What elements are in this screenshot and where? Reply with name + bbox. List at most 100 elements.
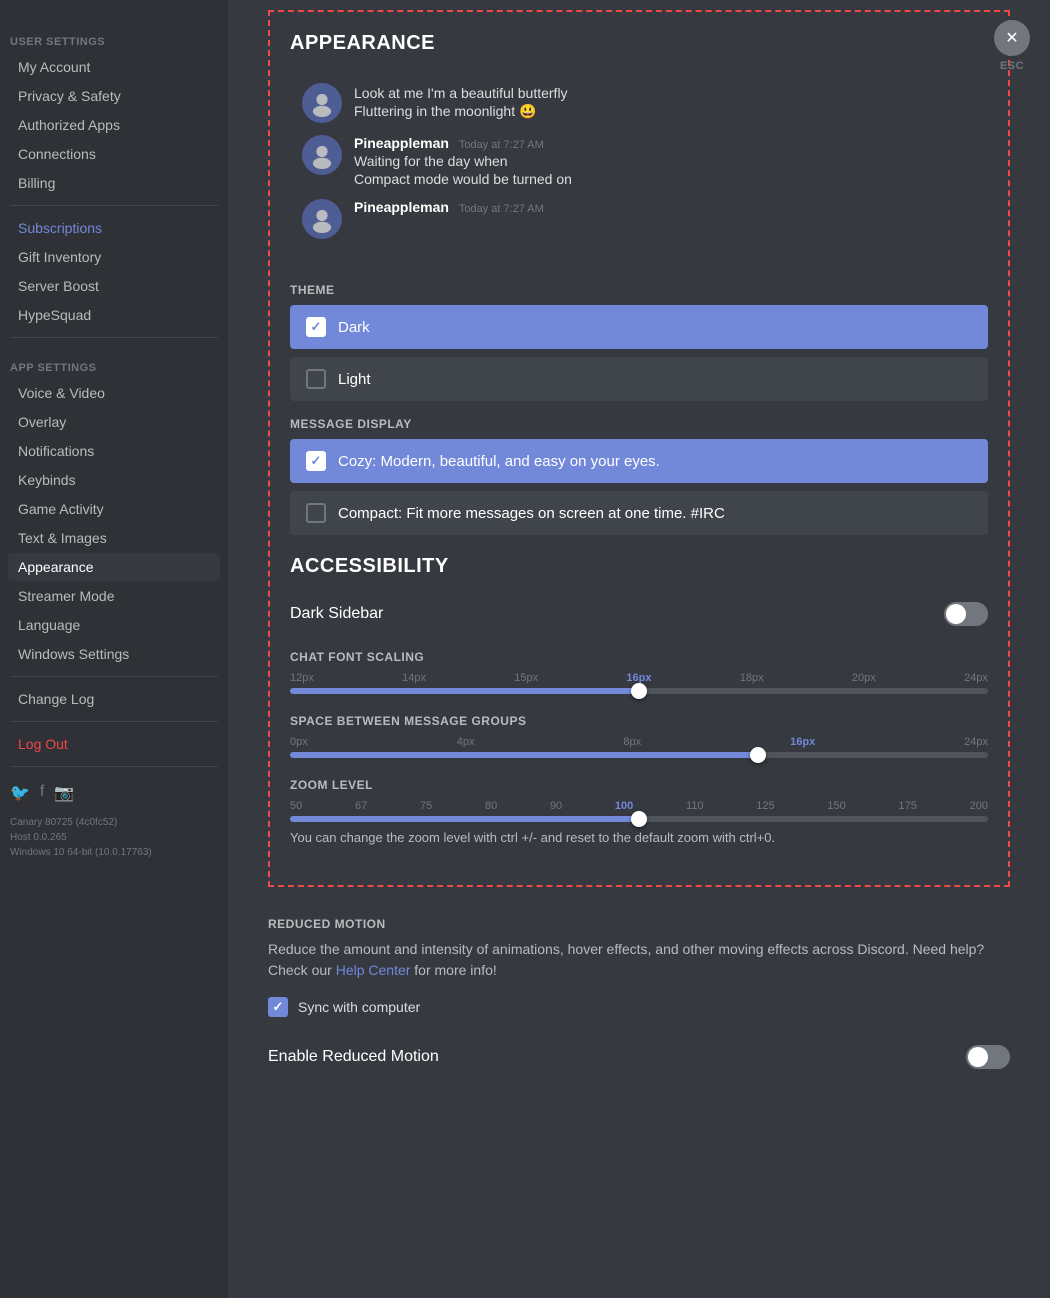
message-author-2: Pineappleman (354, 135, 449, 151)
theme-dark-label: Dark (338, 319, 370, 336)
theme-light-checkbox (306, 369, 326, 389)
sidebar-divider-5 (10, 766, 218, 767)
avatar-1 (302, 83, 342, 123)
esc-button[interactable]: ✕ ESC (994, 20, 1030, 72)
facebook-icon[interactable]: f (40, 783, 44, 803)
chat-font-slider-track[interactable] (290, 688, 988, 694)
display-cozy-label: Cozy: Modern, beautiful, and easy on you… (338, 453, 660, 470)
chat-message-3: Pineappleman Today at 7:27 AM (302, 199, 976, 239)
display-cozy-checkbox (306, 451, 326, 471)
sidebar-item-label: Voice & Video (18, 385, 105, 401)
app-settings-label: APP SETTINGS (0, 346, 228, 378)
mark-4px: 4px (457, 736, 475, 748)
sidebar-item-billing[interactable]: Billing (8, 169, 220, 197)
sidebar-item-hypesquad[interactable]: HypeSquad (8, 301, 220, 329)
sidebar-item-authorized-apps[interactable]: Authorized Apps (8, 111, 220, 139)
appearance-section: APPEARANCE Look at me I'm a beautiful bu… (268, 10, 1010, 887)
sidebar-item-privacy-safety[interactable]: Privacy & Safety (8, 82, 220, 110)
sidebar-item-label: Change Log (18, 691, 94, 707)
message-content-2: Pineappleman Today at 7:27 AM Waiting fo… (354, 135, 572, 187)
avatar-3 (302, 199, 342, 239)
chat-preview: Look at me I'm a beautiful butterfly Flu… (290, 71, 988, 263)
chat-font-slider-thumb[interactable] (631, 683, 647, 699)
sidebar-item-label: My Account (18, 59, 90, 75)
sidebar-item-connections[interactable]: Connections (8, 140, 220, 168)
sidebar-item-log-out[interactable]: Log Out (8, 730, 220, 758)
reduced-motion-section: REDUCED MOTION Reduce the amount and int… (268, 907, 1010, 1117)
enable-reduced-toggle-knob (968, 1047, 988, 1067)
enable-reduced-toggle[interactable] (966, 1045, 1010, 1069)
message-display-label: MESSAGE DISPLAY (290, 417, 988, 431)
mark-50: 50 (290, 800, 302, 812)
enable-reduced-motion-row: Enable Reduced Motion (268, 1037, 1010, 1077)
display-compact-checkbox (306, 503, 326, 523)
space-between-slider-track[interactable] (290, 752, 988, 758)
reduced-motion-title: REDUCED MOTION (268, 917, 1010, 931)
message-display-cozy[interactable]: Cozy: Modern, beautiful, and easy on you… (290, 439, 988, 483)
sidebar-item-appearance[interactable]: Appearance (8, 553, 220, 581)
mark-67: 67 (355, 800, 367, 812)
theme-option-light[interactable]: Light (290, 357, 988, 401)
sidebar-item-windows-settings[interactable]: Windows Settings (8, 640, 220, 668)
message-timestamp-3: Today at 7:27 AM (459, 203, 544, 215)
sidebar: USER SETTINGS My Account Privacy & Safet… (0, 0, 228, 1298)
accessibility-title: ACCESSIBILITY (290, 555, 988, 578)
message-text-2b: Compact mode would be turned on (354, 171, 572, 187)
sidebar-item-subscriptions[interactable]: Subscriptions (8, 214, 220, 242)
instagram-icon[interactable]: 📷 (54, 783, 74, 803)
zoom-slider-track[interactable] (290, 816, 988, 822)
sidebar-social: 🐦 f 📷 (0, 775, 228, 811)
dark-sidebar-toggle-knob (946, 604, 966, 624)
mark-90: 90 (550, 800, 562, 812)
space-between-groups-section: SPACE BETWEEN MESSAGE GROUPS 0px 4px 8px… (290, 714, 988, 758)
sidebar-item-label: Gift Inventory (18, 249, 101, 265)
sidebar-item-streamer-mode[interactable]: Streamer Mode (8, 582, 220, 610)
sync-checkbox-icon (268, 997, 288, 1017)
dark-sidebar-toggle[interactable] (944, 602, 988, 626)
mark-80: 80 (485, 800, 497, 812)
sidebar-item-language[interactable]: Language (8, 611, 220, 639)
esc-circle-icon: ✕ (994, 20, 1030, 56)
reduced-motion-desc: Reduce the amount and intensity of anima… (268, 939, 1010, 981)
sidebar-item-voice-video[interactable]: Voice & Video (8, 379, 220, 407)
zoom-hint: You can change the zoom level with ctrl … (290, 830, 988, 845)
sidebar-divider-4 (10, 721, 218, 722)
twitter-icon[interactable]: 🐦 (10, 783, 30, 803)
sidebar-item-gift-inventory[interactable]: Gift Inventory (8, 243, 220, 271)
mark-110: 110 (686, 800, 704, 812)
sidebar-item-notifications[interactable]: Notifications (8, 437, 220, 465)
mark-12px: 12px (290, 672, 314, 684)
mark-14px: 14px (402, 672, 426, 684)
sidebar-item-label: Notifications (18, 443, 94, 459)
esc-label: ESC (1000, 60, 1024, 72)
sidebar-item-my-account[interactable]: My Account (8, 53, 220, 81)
sidebar-item-label: Game Activity (18, 501, 104, 517)
space-between-slider-thumb[interactable] (750, 747, 766, 763)
sidebar-item-change-log[interactable]: Change Log (8, 685, 220, 713)
sidebar-divider-2 (10, 337, 218, 338)
chat-font-slider-fill (290, 688, 639, 694)
mark-20px: 20px (852, 672, 876, 684)
avatar-2 (302, 135, 342, 175)
sidebar-item-game-activity[interactable]: Game Activity (8, 495, 220, 523)
sidebar-item-label: Billing (18, 175, 55, 191)
sidebar-item-label: Keybinds (18, 472, 76, 488)
main-content: ✕ ESC APPEARANCE Look at me I'm a beau (228, 0, 1050, 1298)
message-author-3: Pineappleman (354, 199, 449, 215)
message-display-compact[interactable]: Compact: Fit more messages on screen at … (290, 491, 988, 535)
zoom-slider-thumb[interactable] (631, 811, 647, 827)
sidebar-item-keybinds[interactable]: Keybinds (8, 466, 220, 494)
theme-label: THEME (290, 283, 988, 297)
mark-16px-space-active: 16px (790, 736, 815, 748)
theme-light-label: Light (338, 371, 371, 388)
space-between-marks: 0px 4px 8px 16px 24px (290, 736, 988, 748)
theme-option-dark[interactable]: Dark (290, 305, 988, 349)
sync-with-computer[interactable]: Sync with computer (268, 997, 1010, 1017)
help-center-link[interactable]: Help Center (336, 962, 411, 978)
user-settings-label: USER SETTINGS (0, 20, 228, 52)
sidebar-item-server-boost[interactable]: Server Boost (8, 272, 220, 300)
sidebar-item-text-images[interactable]: Text & Images (8, 524, 220, 552)
sidebar-item-overlay[interactable]: Overlay (8, 408, 220, 436)
zoom-level-section: ZOOM LEVEL 50 67 75 80 90 100 110 125 15… (290, 778, 988, 845)
sidebar-item-label: Connections (18, 146, 96, 162)
